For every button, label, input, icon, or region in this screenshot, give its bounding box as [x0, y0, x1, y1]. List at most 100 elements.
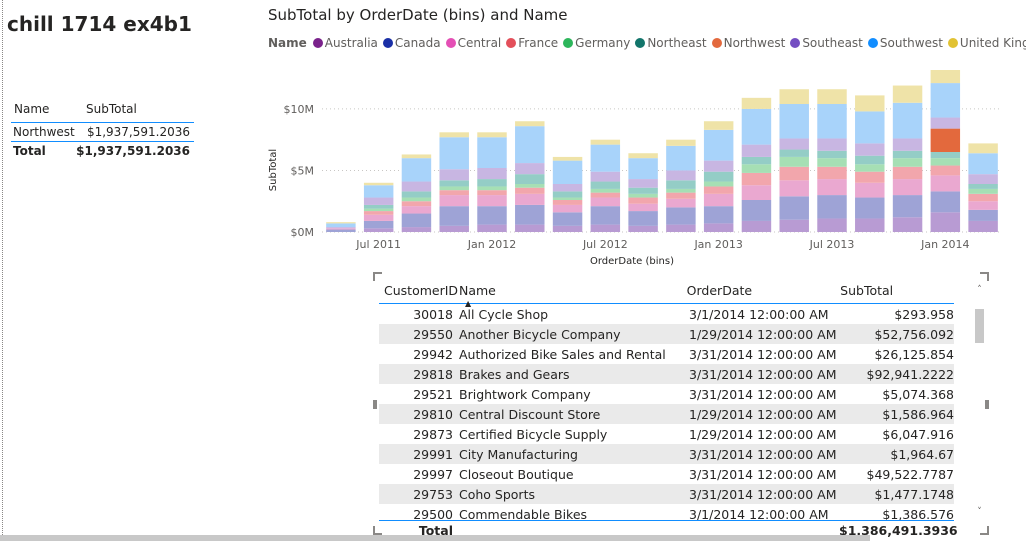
table-row[interactable]: 29550 Another Bicycle Company 1/29/2014 12…: [379, 324, 954, 344]
chart-title: SubTotal by OrderDate (bins) and Name: [268, 6, 568, 24]
bar-segment: [855, 197, 885, 219]
page-title: chill 1714 ex4b1: [7, 12, 192, 36]
cell-orderdate: 3/31/2014 12:00:00 AM: [689, 486, 837, 502]
table-row[interactable]: 29810 Central Discount Store 1/29/2014 12:…: [379, 404, 954, 424]
bar-segment: [892, 217, 923, 232]
table-row[interactable]: 29942 Authorized Bike Sales and Rental 3/3…: [379, 344, 954, 364]
resize-handle[interactable]: [373, 400, 377, 409]
legend-item[interactable]: United Kingdom: [947, 36, 1026, 50]
cell-customerid: 29991: [413, 446, 453, 462]
bar-segment: [666, 192, 696, 199]
legend-item[interactable]: Northwest: [711, 36, 785, 50]
bar-segment: [968, 188, 998, 194]
legend-item[interactable]: Northeast: [635, 36, 707, 50]
table-row[interactable]: 29991 City Manufacturing 3/31/2014 12:00:0…: [379, 444, 954, 464]
header-name[interactable]: Name: [459, 283, 687, 298]
cell-name: City Manufacturing: [459, 446, 578, 462]
table-row[interactable]: 29818 Brakes and Gears 3/31/2014 12:00:00 …: [379, 364, 954, 384]
legend-item[interactable]: Southwest: [867, 36, 943, 50]
x-tick-label: Jul 2011: [355, 238, 401, 251]
table-row[interactable]: 29753 Coho Sports 3/31/2014 12:00:00 AM $1,…: [379, 484, 954, 504]
legend-item[interactable]: Central: [445, 36, 501, 50]
scroll-thumb[interactable]: [975, 309, 984, 343]
canvas-left-border: [2, 0, 3, 541]
bar-segment: [326, 227, 356, 229]
bar-segment: [968, 174, 998, 184]
legend-item[interactable]: Australia: [312, 36, 378, 50]
bar-segment: [741, 172, 772, 186]
table-row[interactable]: 29997 Closeout Boutique 3/31/2014 12:00:00…: [379, 464, 954, 484]
bar-segment: [855, 164, 885, 172]
bar-segment: [930, 175, 961, 192]
cell-subtotal: $1,586.964: [882, 406, 954, 422]
bar-segment: [515, 224, 545, 232]
bar-segment: [779, 156, 809, 167]
legend-item[interactable]: France: [506, 36, 558, 50]
legend-item[interactable]: Canada: [382, 36, 441, 50]
bar-segment: [779, 138, 809, 150]
bar-segment: [590, 206, 621, 225]
cell-orderdate: 3/31/2014 12:00:00 AM: [689, 346, 837, 362]
sort-ascending-icon: ▲: [465, 299, 472, 308]
bar-segment: [703, 223, 734, 232]
legend-item[interactable]: Southeast: [790, 36, 863, 50]
bar-segment: [552, 197, 583, 200]
table-row[interactable]: 29873 Certified Bicycle Supply 1/29/2014 1…: [379, 424, 954, 444]
stacked-column-chart[interactable]: $0M $5M $10M SubTotal Jul 2011 Jan 2012 Jul 20…: [262, 70, 1012, 270]
legend-item[interactable]: Germany: [563, 36, 630, 50]
cell-name: Commendable Bikes: [459, 506, 588, 521]
bar-segment: [930, 191, 961, 213]
bar-segment: [628, 211, 658, 226]
summary-table[interactable]: Name SubTotal Northwest $1,937,591.2036 …: [11, 96, 194, 160]
table-row[interactable]: 29521 Brightwork Company 3/31/2014 12:00:0…: [379, 384, 954, 404]
bar-segment: [817, 218, 847, 232]
table-row[interactable]: Northwest $1,937,591.2036: [11, 123, 194, 142]
bar-segment: [930, 158, 961, 166]
cell-subtotal: $1,937,591.2036: [86, 125, 190, 139]
cell-name: Authorized Bike Sales and Rental: [459, 346, 666, 362]
header-orderdate[interactable]: OrderDate: [687, 283, 835, 298]
resize-corner[interactable]: [980, 526, 989, 535]
legend-dot-icon: [867, 38, 878, 48]
bar-segment: [741, 156, 772, 165]
bar-segment: [779, 89, 809, 104]
header-subtotal[interactable]: SubTotal: [74, 102, 194, 116]
bar-segment: [968, 193, 998, 202]
vertical-scrollbar[interactable]: ˄ ˅: [973, 277, 986, 527]
header-subtotal[interactable]: SubTotal: [835, 283, 954, 298]
bar-segment: [703, 129, 734, 161]
total-value: $1,937,591.2036: [76, 144, 190, 158]
horizontal-scrollbar[interactable]: [0, 535, 870, 541]
legend-label: United Kingdom: [959, 36, 1026, 50]
bar-segment: [439, 132, 469, 138]
cell-subtotal: $1,477.1748: [874, 486, 954, 502]
bar-segment: [477, 195, 507, 207]
bar-segment: [666, 170, 696, 181]
header-customerid[interactable]: CustomerID: [379, 283, 459, 298]
scroll-up-icon[interactable]: ˄: [973, 285, 986, 295]
y-tick-label: $0M: [291, 226, 315, 239]
legend-label: Germany: [575, 36, 631, 50]
scroll-down-icon[interactable]: ˅: [973, 507, 986, 517]
bar-segment: [477, 132, 507, 138]
bar-segment: [477, 137, 507, 168]
cell-subtotal: $52,756.092: [874, 326, 954, 342]
bar-segment: [741, 220, 772, 232]
legend-dot-icon: [947, 38, 958, 48]
table-row[interactable]: 29500 Commendable Bikes 3/1/2014 12:00:00 …: [379, 504, 954, 521]
bar-segment: [817, 179, 847, 196]
bar-segment: [817, 104, 847, 139]
cell-name: Coho Sports: [459, 486, 535, 502]
legend-label: Southwest: [879, 36, 943, 50]
detail-table[interactable]: CustomerID Name OrderDate SubTotal ▲ 300…: [373, 272, 989, 538]
chart-legend: Name Australia Canada Central France Germany…: [268, 36, 1026, 50]
bar-segment: [363, 228, 394, 232]
cell-subtotal: $1,386.576: [882, 506, 954, 521]
bar-segment: [930, 83, 961, 118]
bar-segment: [628, 179, 658, 188]
bar-segment: [666, 224, 696, 232]
header-name[interactable]: Name: [11, 102, 74, 116]
total-row: Total $1,937,591.2036: [11, 142, 194, 160]
bar-segment: [363, 214, 394, 221]
x-axis-title: OrderDate (bins): [590, 256, 674, 267]
